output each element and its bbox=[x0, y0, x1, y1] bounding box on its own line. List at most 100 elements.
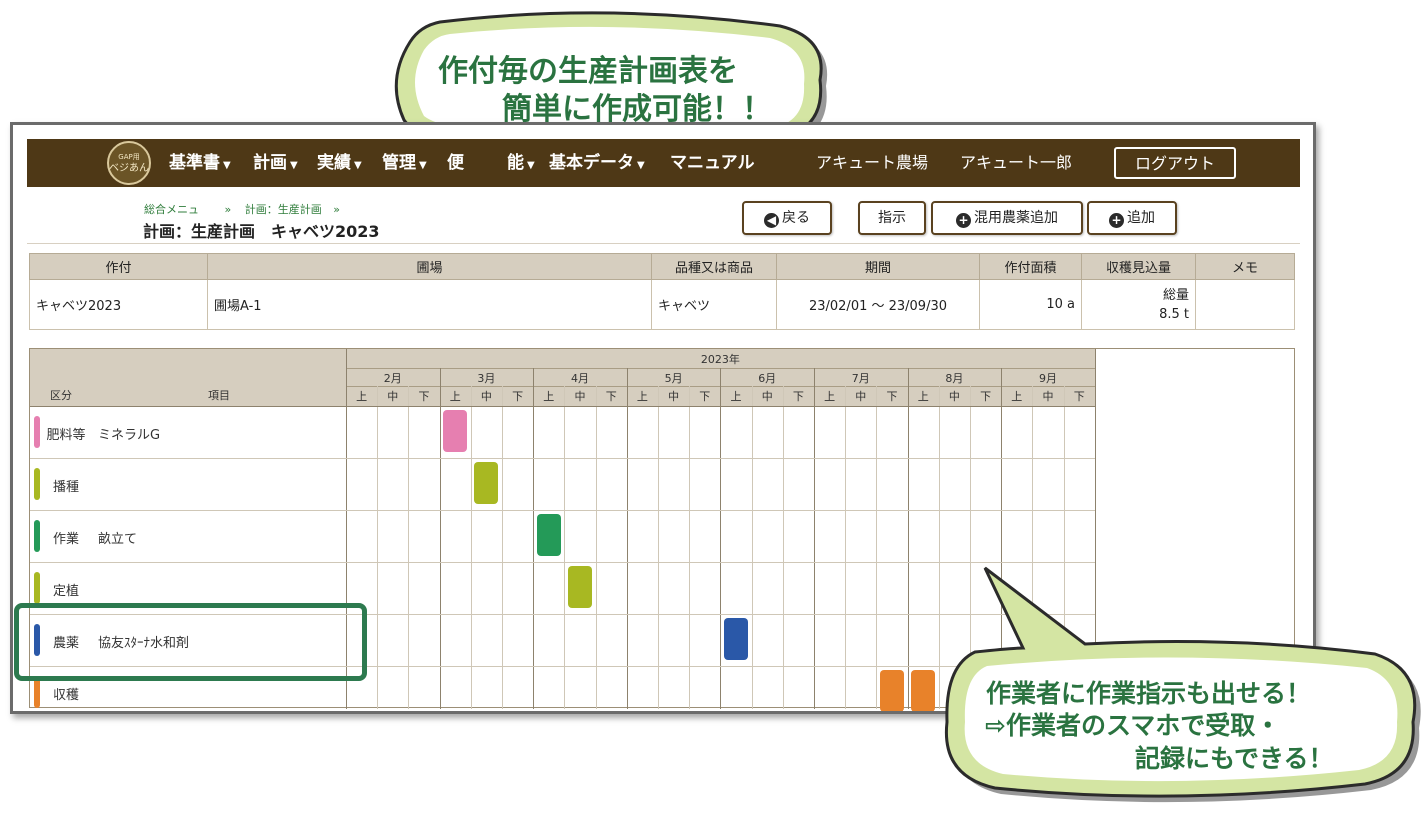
nav-item-standards[interactable]: 基準書 ▼ bbox=[169, 139, 231, 187]
gantt-task-bar[interactable] bbox=[536, 514, 561, 556]
gantt-gridline bbox=[845, 386, 847, 709]
bubble-bottom-line2: ⇨作業者のスマホで受取・ bbox=[985, 711, 1281, 740]
gantt-third-label: 上 bbox=[636, 390, 648, 403]
breadcrumb-plan[interactable]: 計画：生産計画 bbox=[245, 203, 322, 216]
gantt-gridline bbox=[564, 386, 566, 709]
logo-line1: GAP用 bbox=[118, 153, 140, 161]
gantt-task-bar[interactable] bbox=[724, 618, 748, 660]
add-mixed-pesticide-button[interactable]: + 混用農薬追加 bbox=[931, 201, 1083, 235]
gantt-category-marker bbox=[34, 416, 40, 448]
cell-field: 圃場A-1 bbox=[207, 279, 652, 330]
gantt-gridline bbox=[720, 368, 722, 709]
gantt-month-label: 8月 bbox=[945, 372, 964, 385]
gantt-gridline bbox=[408, 386, 410, 709]
farm-name: アキュート農場 bbox=[816, 153, 929, 172]
gantt-task-bar[interactable] bbox=[568, 566, 592, 608]
nav-function-label: 能 bbox=[507, 153, 524, 173]
gantt-task-bar[interactable] bbox=[911, 670, 936, 711]
yield-label: 総量 bbox=[1162, 287, 1189, 303]
gantt-category-label: 定植 bbox=[52, 584, 79, 599]
col-header-memo: メモ bbox=[1195, 253, 1295, 280]
nav-standards-label: 基準書 bbox=[169, 153, 220, 173]
logout-button[interactable]: ログアウト bbox=[1114, 147, 1236, 179]
nav-item-basic-data[interactable]: 基本データ ▼ bbox=[549, 139, 645, 187]
gantt-third-label: 中 bbox=[948, 390, 960, 403]
gantt-gridline bbox=[658, 386, 659, 709]
table-header-row: 作付 圃場 品種又は商品 期間 作付面積 収穫見込量 メモ bbox=[29, 253, 1295, 280]
gantt-category-marker bbox=[34, 572, 40, 604]
gantt-col-item: 項目 bbox=[208, 389, 230, 402]
gantt-month-label: 9月 bbox=[1038, 372, 1057, 385]
nav-item-convenience[interactable]: 便 bbox=[447, 139, 464, 187]
back-label: 戻る bbox=[782, 210, 810, 226]
crop-info-table: 作付 圃場 品種又は商品 期間 作付面積 収穫見込量 メモ キャベツ2023 圃… bbox=[29, 253, 1295, 330]
chevron-down-icon: ▼ bbox=[354, 160, 362, 171]
top-navigation-bar: GAP用 ベジあん 基準書 ▼ 計画 ▼ 実績 ▼ 管理 ▼ 便 能 ▼ 基本データ ▼ マ… bbox=[27, 139, 1300, 187]
gantt-third-label: 下 bbox=[886, 390, 898, 403]
instruct-label: 指示 bbox=[878, 210, 906, 226]
gantt-third-label: 上 bbox=[917, 390, 929, 403]
gantt-third-label: 下 bbox=[980, 390, 992, 403]
nav-results-label: 実績 bbox=[317, 153, 351, 173]
gantt-third-label: 中 bbox=[480, 390, 492, 403]
chevron-down-icon: ▼ bbox=[637, 160, 645, 171]
gantt-third-label: 下 bbox=[792, 390, 804, 403]
gantt-task-bar[interactable] bbox=[443, 410, 468, 452]
plus-circle-icon: + bbox=[956, 213, 971, 228]
breadcrumb-home[interactable]: 総合メニュ bbox=[144, 203, 199, 216]
gantt-third-label: 下 bbox=[418, 390, 430, 403]
breadcrumb-separator: » bbox=[224, 203, 232, 216]
logo-line2: ベジあん bbox=[109, 163, 149, 174]
gantt-third-label: 上 bbox=[730, 390, 742, 403]
gantt-item-label: 畝立て bbox=[98, 532, 138, 547]
gantt-task-bar[interactable] bbox=[474, 462, 499, 504]
gantt-year-label: 2023年 bbox=[700, 353, 740, 366]
app-logo[interactable]: GAP用 ベジあん bbox=[107, 141, 151, 185]
add-label: 追加 bbox=[1127, 210, 1155, 226]
add-button[interactable]: + 追加 bbox=[1087, 201, 1177, 235]
gantt-col-category: 区分 bbox=[50, 389, 72, 402]
gantt-gridline bbox=[470, 386, 472, 709]
nav-item-manage[interactable]: 管理 ▼ bbox=[382, 139, 427, 187]
back-button[interactable]: ◀ 戻る bbox=[742, 201, 832, 235]
cell-crop: キャベツ2023 bbox=[29, 279, 208, 330]
nav-item-function[interactable]: 能 ▼ bbox=[507, 139, 535, 187]
gantt-gridline bbox=[876, 386, 878, 709]
gantt-gridline bbox=[533, 368, 535, 709]
col-header-field: 圃場 bbox=[207, 253, 652, 280]
nav-item-results[interactable]: 実績 ▼ bbox=[317, 139, 362, 187]
add-mix-label: 混用農薬追加 bbox=[974, 210, 1058, 226]
highlight-box bbox=[14, 603, 367, 681]
gantt-third-label: 上 bbox=[1011, 390, 1023, 403]
gantt-gridline bbox=[502, 386, 503, 709]
gantt-category-label: 作業 bbox=[52, 532, 79, 547]
gantt-category-label: 肥料等 bbox=[46, 428, 86, 443]
gantt-gridline bbox=[814, 368, 815, 709]
gantt-month-label: 7月 bbox=[851, 372, 870, 385]
nav-manage-label: 管理 bbox=[382, 153, 416, 173]
col-header-area: 作付面積 bbox=[979, 253, 1082, 280]
gantt-row-line bbox=[30, 510, 1095, 511]
nav-item-plan[interactable]: 計画 ▼ bbox=[253, 139, 298, 187]
gantt-third-label: 上 bbox=[543, 390, 555, 403]
gantt-third-label: 中 bbox=[574, 390, 586, 403]
gantt-task-bar[interactable] bbox=[880, 670, 904, 711]
cell-memo bbox=[1195, 279, 1295, 330]
table-row: キャベツ2023 圃場A-1 キャベツ 23/02/01 ～ 23/09/30 … bbox=[29, 279, 1295, 330]
gantt-header-bottom bbox=[30, 406, 1095, 407]
gantt-gridline bbox=[689, 386, 691, 709]
cell-period: 23/02/01 ～ 23/09/30 bbox=[776, 279, 980, 330]
gantt-third-label: 下 bbox=[512, 390, 524, 403]
page-title: 計画：生産計画 キャベツ2023 bbox=[143, 222, 380, 241]
chevron-down-icon: ▼ bbox=[290, 160, 298, 171]
gantt-gridline bbox=[907, 368, 909, 709]
user-name: アキュート一郎 bbox=[960, 153, 1073, 172]
gantt-month-label: 5月 bbox=[664, 372, 683, 385]
gantt-third-label: 中 bbox=[855, 390, 867, 403]
instruct-button[interactable]: 指示 bbox=[858, 201, 926, 235]
nav-item-manual[interactable]: マニュアル bbox=[670, 139, 755, 187]
col-header-crop: 作付 bbox=[29, 253, 208, 280]
gantt-third-label: 上 bbox=[356, 390, 368, 403]
gantt-third-label: 中 bbox=[387, 390, 399, 403]
nav-plan-label: 計画 bbox=[253, 153, 287, 173]
